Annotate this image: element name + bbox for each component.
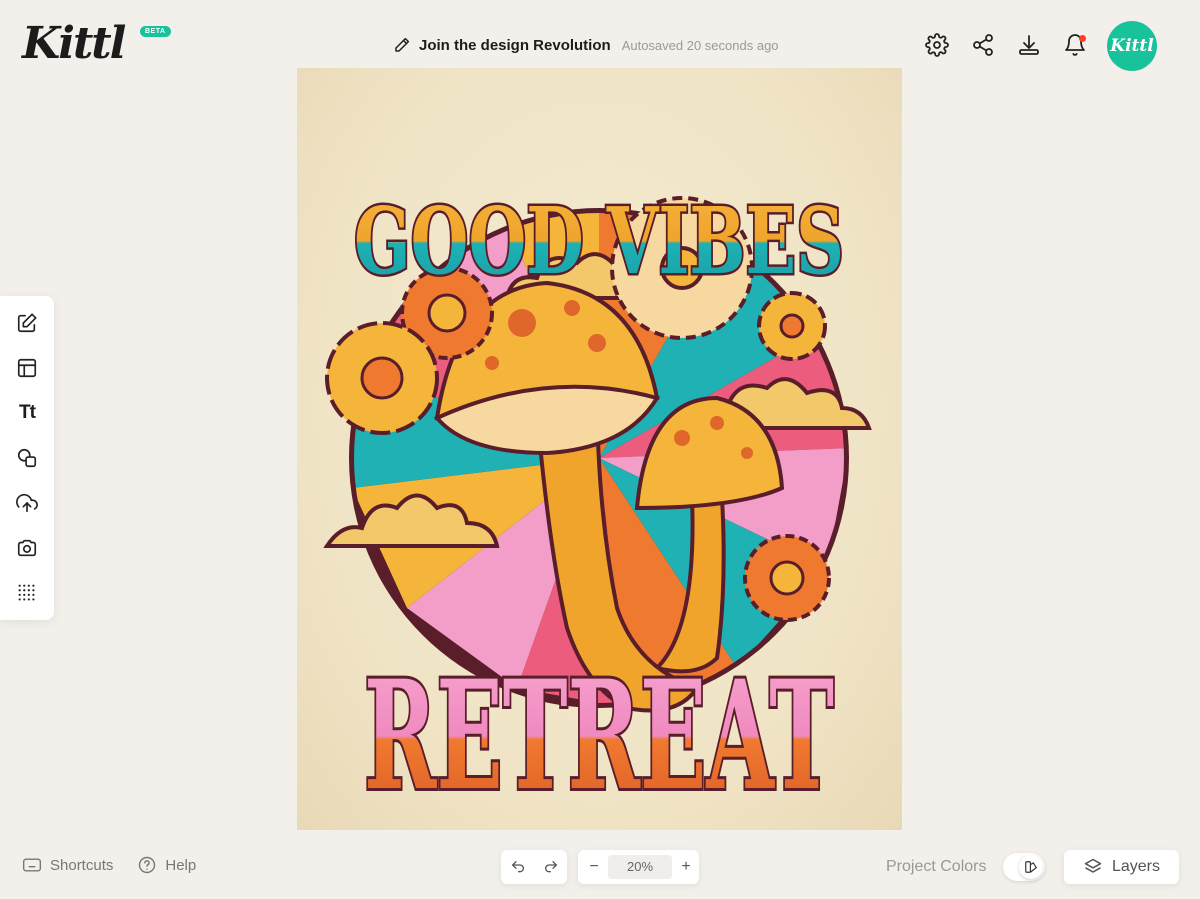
edit-icon[interactable]	[15, 311, 39, 335]
poster-artwork: GOOD VIBES RETREAT	[323, 185, 872, 827]
left-toolbar: Tt	[0, 296, 54, 620]
beta-badge: BETA	[140, 26, 171, 37]
zoom-controls: − 20% +	[578, 850, 699, 884]
layers-button[interactable]: Layers	[1064, 850, 1179, 884]
share-icon[interactable]	[971, 33, 995, 57]
upload-icon[interactable]	[15, 491, 39, 515]
camera-icon[interactable]	[15, 536, 39, 560]
help-button[interactable]: Help	[137, 855, 196, 875]
text-tool-label: Tt	[19, 402, 36, 423]
bell-icon[interactable]	[1063, 33, 1087, 57]
layers-icon	[1084, 858, 1102, 873]
document-title[interactable]: Join the design Revolution	[419, 37, 611, 54]
undo-icon[interactable]	[508, 857, 528, 877]
grid-icon[interactable]	[15, 581, 39, 605]
zoom-in-button[interactable]: +	[676, 857, 696, 877]
zoom-out-button[interactable]: −	[584, 857, 604, 877]
templates-icon[interactable]	[15, 356, 39, 380]
design-canvas[interactable]: GOOD VIBES RETREAT	[297, 68, 902, 830]
zoom-level-input[interactable]: 20%	[608, 855, 672, 879]
header-actions	[925, 33, 1109, 57]
project-colors-toggle[interactable]	[1003, 853, 1045, 881]
palette-icon	[1019, 855, 1043, 879]
project-colors-label: Project Colors	[886, 858, 987, 875]
redo-icon[interactable]	[541, 857, 561, 877]
help-label: Help	[165, 856, 197, 874]
shapes-icon[interactable]	[15, 446, 39, 470]
headline-good-vibes[interactable]: GOOD VIBES	[352, 185, 847, 298]
flower-right-small	[757, 291, 827, 361]
flower-bottom-right	[743, 534, 831, 622]
help-icon	[139, 856, 156, 874]
kittl-logo[interactable]: Kittl BETA	[22, 18, 172, 70]
bottom-left-links: Shortcuts Help	[22, 855, 220, 875]
logo-text: Kittl	[22, 18, 126, 69]
download-icon[interactable]	[1017, 33, 1041, 57]
shortcuts-label: Shortcuts	[50, 856, 114, 874]
gear-icon[interactable]	[925, 33, 949, 57]
layers-label: Layers	[1111, 858, 1161, 875]
notification-dot	[1079, 35, 1086, 42]
document-title-area: Join the design Revolution Autosaved 20 …	[393, 34, 779, 56]
shortcuts-button[interactable]: Shortcuts	[22, 855, 113, 875]
pencil-icon[interactable]	[393, 36, 411, 54]
keyboard-icon	[22, 858, 42, 872]
history-controls	[501, 850, 567, 884]
autosave-status: Autosaved 20 seconds ago	[621, 37, 779, 53]
flower-left-yellow	[325, 321, 439, 435]
text-icon[interactable]: Tt	[15, 401, 39, 425]
user-avatar[interactable]: Kittl	[1107, 21, 1157, 71]
headline-retreat[interactable]: RETREAT	[361, 645, 837, 827]
